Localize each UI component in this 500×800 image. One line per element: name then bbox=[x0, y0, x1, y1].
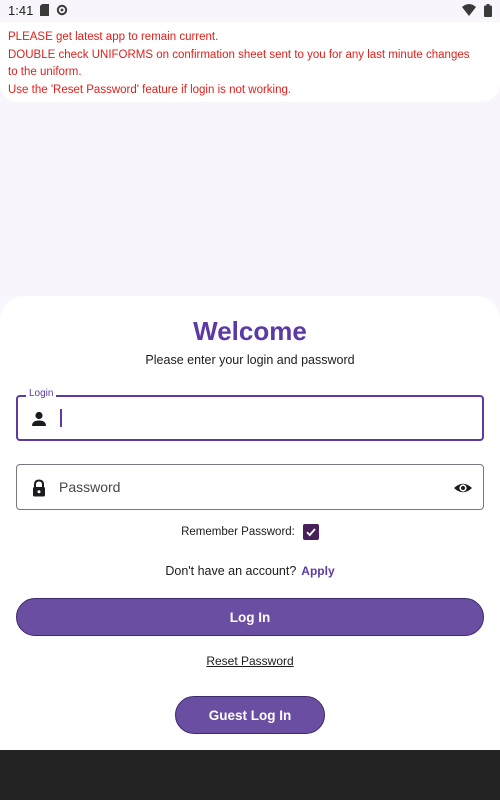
person-icon bbox=[32, 411, 46, 426]
guest-login-button[interactable]: Guest Log In bbox=[175, 696, 325, 734]
status-bar-left: 1:41 bbox=[8, 3, 68, 18]
eye-icon[interactable] bbox=[453, 478, 473, 498]
notice-line: to the uniform. bbox=[8, 66, 82, 78]
login-field[interactable]: Login bbox=[16, 388, 484, 441]
notice-banner: PLEASE get latest app to remain current.… bbox=[0, 22, 500, 102]
login-input[interactable] bbox=[60, 397, 440, 439]
remember-password-checkbox[interactable] bbox=[302, 524, 319, 540]
sd-card-icon bbox=[40, 4, 50, 16]
login-field-label: Login bbox=[26, 388, 57, 399]
welcome-title: Welcome bbox=[193, 316, 307, 346]
remember-password-label: Remember Password: bbox=[181, 526, 295, 538]
navigation-bar bbox=[0, 750, 500, 800]
checkmark-icon bbox=[306, 528, 316, 537]
notice-line: Use the 'Reset Password' feature if logi… bbox=[8, 83, 292, 96]
battery-icon bbox=[484, 3, 492, 17]
notice-line: PLEASE get latest app to remain current. bbox=[8, 31, 219, 43]
lock-icon bbox=[33, 479, 45, 497]
status-bar-right bbox=[462, 3, 492, 17]
password-input[interactable] bbox=[59, 465, 439, 509]
login-button[interactable]: Log In bbox=[16, 598, 484, 636]
gear-icon bbox=[57, 4, 68, 16]
status-time: 1:41 bbox=[8, 2, 34, 18]
status-bar: 1:41 bbox=[0, 0, 500, 20]
wifi-icon bbox=[462, 4, 476, 16]
notice-line: DOUBLE check UNIFORMS on confirmation sh… bbox=[8, 48, 470, 61]
reset-password-link[interactable]: Reset Password bbox=[0, 654, 500, 668]
account-prompt: Don't have an account? bbox=[165, 564, 297, 578]
remember-password-row: Remember Password: bbox=[0, 524, 500, 540]
account-row: Don't have an account? Apply bbox=[0, 564, 500, 578]
password-field[interactable] bbox=[16, 464, 484, 510]
welcome-subtitle: Please enter your login and password bbox=[145, 353, 355, 367]
apply-link[interactable]: Apply bbox=[301, 564, 334, 578]
